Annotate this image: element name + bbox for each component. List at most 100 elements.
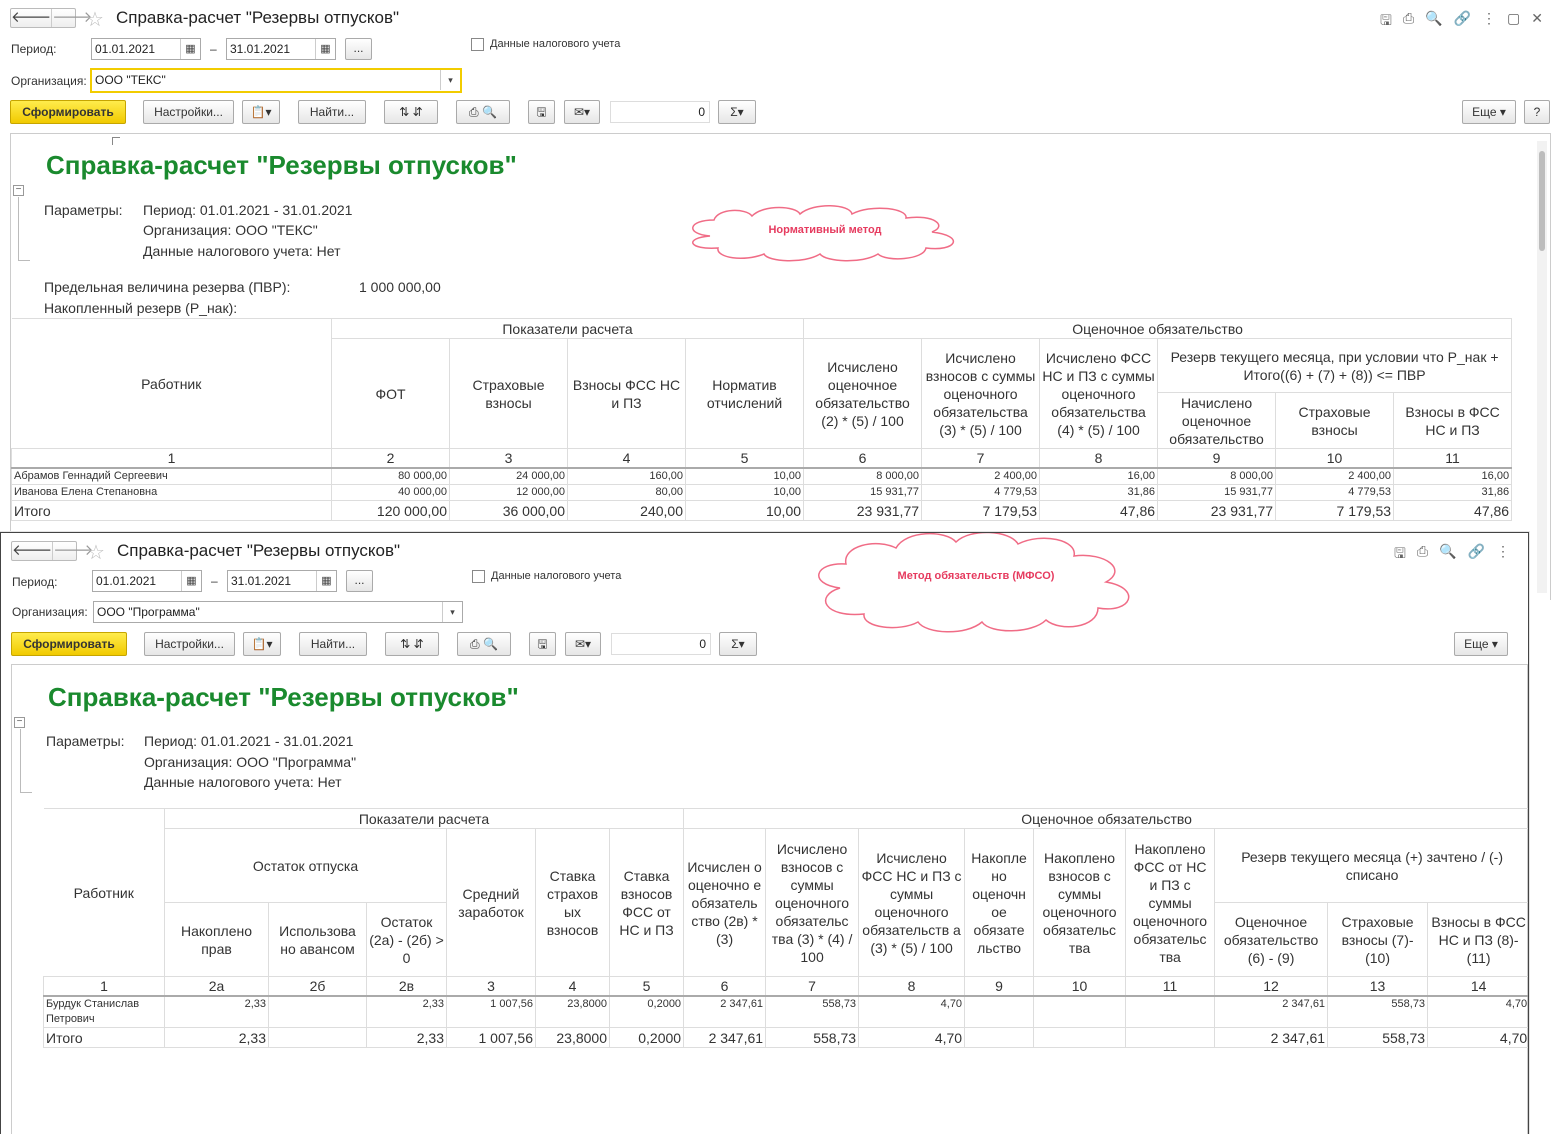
calendar-icon[interactable]: ▦ bbox=[315, 39, 335, 59]
print-icon: ⎙ 🔍 bbox=[470, 637, 498, 651]
calendar-icon[interactable]: ▦ bbox=[316, 571, 336, 591]
hdr-insurance: Страховые взносы bbox=[449, 338, 568, 449]
col-num: 8 bbox=[858, 976, 966, 997]
hdr-c7: Исчислено взносов с суммы оценочного обя… bbox=[765, 828, 860, 977]
hdr-estimated-liability: Оценочное обязательство bbox=[803, 318, 1513, 339]
col-num: 3 bbox=[449, 448, 568, 469]
sum-field[interactable]: 0 bbox=[610, 101, 710, 123]
save-button[interactable]: 🖫 bbox=[529, 632, 556, 656]
tax-checkbox[interactable] bbox=[471, 38, 484, 51]
period-select-button[interactable]: ... bbox=[346, 570, 373, 592]
pvr-label: Предельная величина резерва (ПВР): bbox=[44, 279, 291, 295]
link-icon[interactable]: 🔗 bbox=[1468, 543, 1485, 567]
favorite-star-icon[interactable]: ☆ bbox=[87, 540, 105, 565]
more-menu-button[interactable]: Еще ▾ bbox=[1462, 100, 1516, 124]
settings-button[interactable]: Настройки... bbox=[143, 100, 234, 124]
col-num: 2в bbox=[366, 976, 447, 997]
col-num: 1 bbox=[11, 448, 332, 469]
period-select-button[interactable]: ... bbox=[345, 38, 372, 60]
variants-button[interactable]: 📋▾ bbox=[243, 632, 281, 656]
back-arrow-icon[interactable]: 🡐 bbox=[12, 542, 52, 560]
vertical-scrollbar[interactable] bbox=[1537, 141, 1547, 593]
table-row[interactable]: Абрамов Геннадий Сергеевич 80 000,00 24 00… bbox=[11, 467, 1513, 485]
date-to-input[interactable]: 31.01.2021 ▦ bbox=[226, 38, 336, 60]
mail-icon: ✉▾ bbox=[574, 637, 592, 651]
more-menu-button[interactable]: Еще ▾ bbox=[1454, 632, 1508, 656]
mail-button[interactable]: ✉▾ bbox=[564, 100, 600, 124]
hdr-c13: Страховые взносы (7)-(10) bbox=[1327, 902, 1429, 977]
param-tax: Данные налогового учета: Нет bbox=[143, 243, 341, 259]
collapse-icon[interactable]: − bbox=[13, 185, 24, 196]
maximize-icon[interactable]: ▢ bbox=[1507, 10, 1520, 34]
pvr-value: 1 000 000,00 bbox=[359, 279, 441, 295]
date-from-input[interactable]: 01.01.2021 ▦ bbox=[91, 38, 201, 60]
generate-button[interactable]: Сформировать bbox=[10, 100, 126, 124]
col-num: 12 bbox=[1214, 976, 1329, 997]
title-tools: 🖫 ⎙ 🔍 🔗 ⋮ bbox=[1394, 543, 1510, 567]
calendar-icon[interactable]: ▦ bbox=[180, 39, 200, 59]
sum-button[interactable]: Σ▾ bbox=[719, 632, 757, 656]
collapse-icon[interactable]: − bbox=[14, 717, 25, 728]
col-num: 5 bbox=[608, 976, 685, 997]
window-normative: 🡐 🡒 ☆ Справка-расчет "Резервы отпусков" 🖫… bbox=[0, 0, 1561, 600]
save-icon[interactable]: 🖫 bbox=[1380, 10, 1392, 34]
date-from-input[interactable]: 01.01.2021 ▦ bbox=[92, 570, 202, 592]
favorite-star-icon[interactable]: ☆ bbox=[86, 7, 104, 32]
find-button[interactable]: Найти... bbox=[299, 632, 367, 656]
link-icon[interactable]: 🔗 bbox=[1454, 10, 1471, 34]
col-num: 6 bbox=[683, 976, 767, 997]
settings-button[interactable]: Настройки... bbox=[144, 632, 235, 656]
hdr-worker: Работник bbox=[43, 808, 165, 977]
save-icon: 🖫 bbox=[536, 105, 547, 119]
variants-button[interactable]: 📋▾ bbox=[242, 100, 280, 124]
org-select[interactable]: ООО "ТЕКС" ▾ bbox=[90, 68, 462, 93]
org-label: Организация: bbox=[11, 74, 87, 88]
generate-button[interactable]: Сформировать bbox=[11, 632, 127, 656]
col-num: 1 bbox=[43, 976, 165, 997]
col-num: 9 bbox=[964, 976, 1035, 997]
title-tools: 🖫 ⎙ 🔍 🔗 ⋮ ▢ ✕ bbox=[1380, 10, 1543, 34]
cell-corner bbox=[112, 137, 120, 145]
params-label: Параметры: bbox=[44, 202, 123, 218]
sort-icon: ⇅ ⇵ bbox=[400, 637, 424, 651]
print-buttons[interactable]: ⎙ 🔍 bbox=[457, 632, 511, 656]
date-to-input[interactable]: 31.01.2021 ▦ bbox=[227, 570, 337, 592]
chevron-down-icon[interactable]: ▾ bbox=[442, 602, 462, 622]
sum-button[interactable]: Σ▾ bbox=[718, 100, 756, 124]
chevron-down-icon[interactable]: ▾ bbox=[440, 70, 460, 90]
param-org: Организация: ООО "ТЕКС" bbox=[143, 222, 318, 238]
help-button[interactable]: ? bbox=[1524, 100, 1550, 124]
table-row[interactable]: Бурдук Станислав Петрович 2,33 2,33 1 007,5… bbox=[43, 995, 1528, 1028]
hdr-c2v: Остаток (2а) - (2б) > 0 bbox=[366, 902, 447, 977]
sort-buttons[interactable]: ⇅ ⇵ bbox=[384, 100, 438, 124]
more-vertical-icon[interactable]: ⋮ bbox=[1496, 543, 1510, 567]
hdr-calc-indicators: Показатели расчета bbox=[163, 808, 685, 829]
sum-field[interactable]: 0 bbox=[611, 633, 711, 655]
print-buttons[interactable]: ⎙ 🔍 bbox=[456, 100, 510, 124]
sigma-icon: Σ▾ bbox=[730, 105, 744, 119]
org-select[interactable]: ООО "Программа" ▾ bbox=[93, 601, 463, 623]
print-icon[interactable]: ⎙ bbox=[1403, 10, 1414, 34]
sort-buttons[interactable]: ⇅ ⇵ bbox=[385, 632, 439, 656]
save-icon[interactable]: 🖫 bbox=[1394, 543, 1406, 567]
table-row[interactable]: Иванова Елена Степановна 40 000,00 12 000,… bbox=[11, 484, 1513, 501]
hdr-fot: ФОТ bbox=[331, 338, 450, 449]
param-period: Период: 01.01.2021 - 31.01.2021 bbox=[143, 202, 353, 218]
period-label: Период: bbox=[12, 575, 58, 589]
col-num: 11 bbox=[1125, 976, 1216, 997]
more-vertical-icon[interactable]: ⋮ bbox=[1482, 10, 1496, 34]
preview-icon[interactable]: 🔍 bbox=[1425, 10, 1442, 34]
tax-checkbox[interactable] bbox=[472, 570, 485, 583]
preview-icon[interactable]: 🔍 bbox=[1439, 543, 1456, 567]
back-arrow-icon[interactable]: 🡐 bbox=[11, 9, 51, 27]
accum-label: Накопленный резерв (Р_нак): bbox=[44, 300, 238, 316]
close-icon[interactable]: ✕ bbox=[1531, 10, 1543, 34]
find-button[interactable]: Найти... bbox=[298, 100, 366, 124]
dash-label: – bbox=[210, 42, 217, 56]
hdr-vac-balance: Остаток отпуска bbox=[164, 828, 447, 903]
report-title: Справка-расчет "Резервы отпусков" bbox=[46, 150, 517, 180]
calendar-icon[interactable]: ▦ bbox=[181, 571, 201, 591]
mail-button[interactable]: ✉▾ bbox=[565, 632, 601, 656]
print-icon[interactable]: ⎙ bbox=[1417, 543, 1428, 567]
save-button[interactable]: 🖫 bbox=[528, 100, 555, 124]
